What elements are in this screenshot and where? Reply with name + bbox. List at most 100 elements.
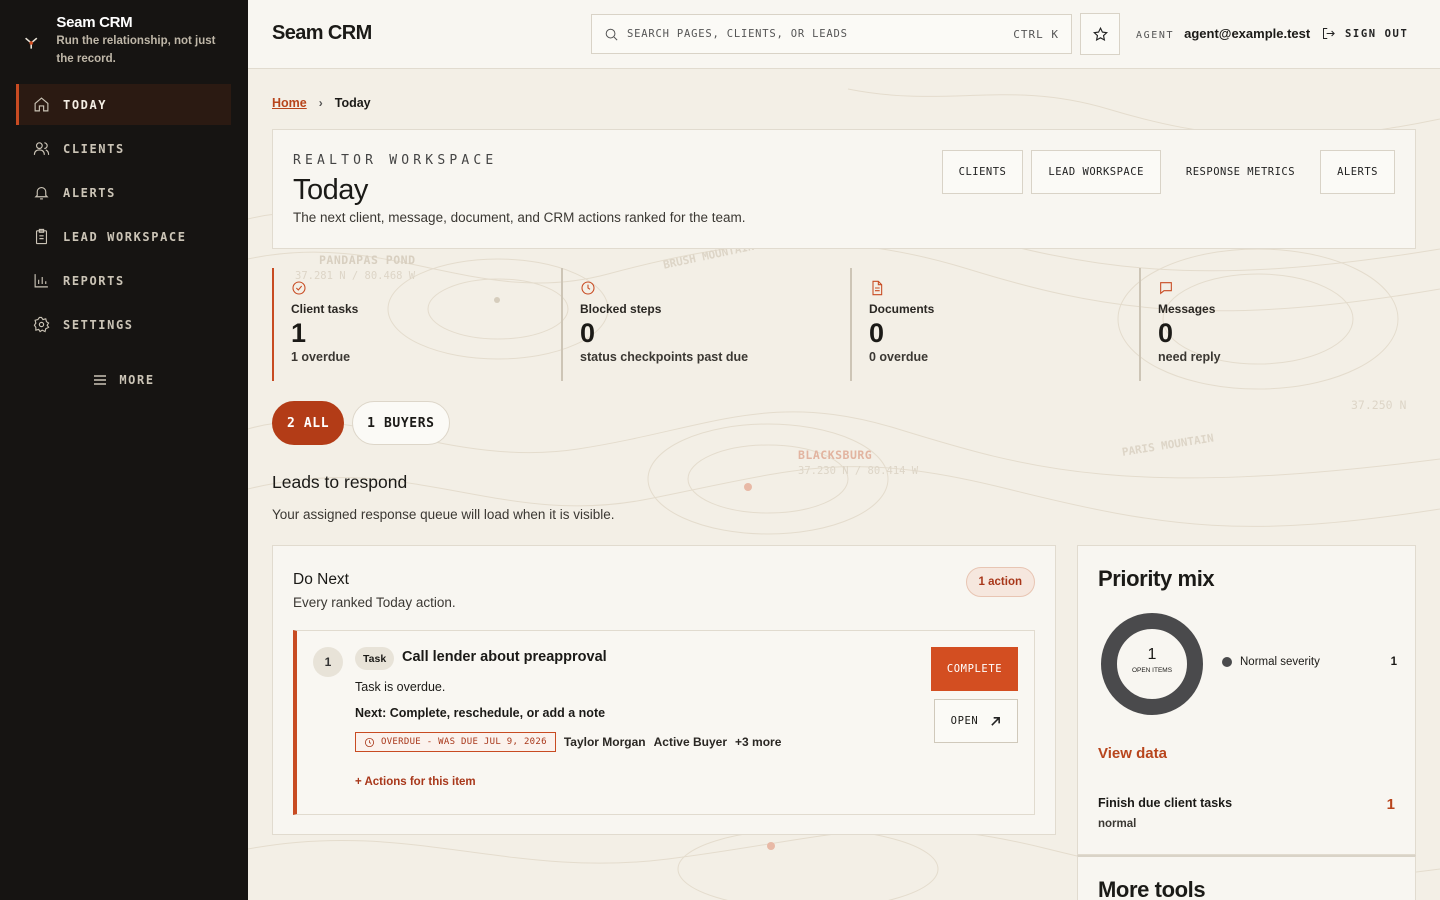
search-input[interactable]: [627, 28, 1014, 40]
client-stage: Active Buyer: [653, 735, 728, 749]
action-count-badge: 1 action: [965, 567, 1035, 597]
clipboard-icon: [35, 228, 48, 245]
check-circle-icon: [292, 281, 306, 295]
map-label-pandapas: PANDAPAS POND: [319, 253, 416, 267]
sidebar-item-clients[interactable]: CLIENTS: [16, 128, 231, 169]
stat-value: 0: [1158, 318, 1174, 348]
brand-name: Seam CRM: [56, 14, 133, 31]
stat-note: 0 overdue: [869, 350, 929, 364]
sidebar-item-label: TODAY: [63, 97, 108, 112]
breadcrumb-current: Today: [334, 96, 371, 110]
more-tools-title: More tools: [1098, 877, 1206, 900]
page-subtitle: The next client, message, document, and …: [293, 210, 746, 225]
app-title: Seam CRM: [272, 22, 372, 44]
menu-icon: [94, 375, 107, 385]
stat-client-tasks[interactable]: Client tasks 1 1 overdue: [272, 268, 561, 381]
search-icon: [605, 28, 618, 40]
page-title: Today: [293, 174, 368, 206]
client-name: Taylor Morgan: [563, 735, 646, 749]
more-button[interactable]: MORE: [0, 373, 248, 387]
action-type-tag: Task: [355, 647, 395, 670]
logo-icon: [25, 37, 38, 49]
breadcrumb-home-link[interactable]: Home: [272, 96, 307, 110]
users-icon: [33, 142, 50, 155]
priority-mix-panel: Priority mix 1 OPEN ITEMS Normal severit…: [1077, 545, 1416, 855]
sidebar-item-reports[interactable]: REPORTS: [16, 260, 231, 301]
action-title: Call lender about preapproval: [402, 649, 607, 665]
priority-item-title: Finish due client tasks: [1098, 796, 1233, 810]
action-rank: 1: [313, 647, 343, 677]
donut-total: 1: [1147, 646, 1157, 663]
action-item: 1 Task Call lender about preapproval Tas…: [293, 630, 1035, 815]
legend-label: Normal severity: [1240, 656, 1320, 668]
sidebar-item-label: SETTINGS: [63, 317, 134, 332]
quick-link-response-metrics[interactable]: RESPONSE METRICS: [1169, 150, 1312, 194]
action-description: Task is overdue.: [355, 680, 446, 694]
stat-blocked-steps[interactable]: Blocked steps 0 status checkpoints past …: [561, 268, 850, 381]
breadcrumb: Home › Today: [272, 96, 371, 110]
home-icon: [34, 97, 49, 112]
priority-donut-chart: [1101, 613, 1203, 715]
quick-link-alerts[interactable]: ALERTS: [1320, 150, 1395, 194]
legend-value: 1: [1390, 656, 1397, 668]
brand[interactable]: Seam CRM Run the relationship, not just …: [24, 14, 234, 68]
more-label: MORE: [119, 373, 155, 387]
search-shortcut: CTRL K: [1013, 27, 1059, 41]
stat-label: Messages: [1158, 302, 1216, 316]
sidebar-item-today[interactable]: TODAY: [16, 84, 231, 125]
stat-label: Blocked steps: [580, 302, 662, 316]
search-box[interactable]: CTRL K: [591, 14, 1072, 54]
do-next-card: Do Next Every ranked Today action. 1 act…: [272, 545, 1056, 835]
complete-button[interactable]: COMPLETE: [931, 647, 1018, 691]
filter-chip-buyers[interactable]: 1 BUYERS: [352, 401, 450, 445]
star-icon: [1092, 26, 1108, 41]
actions-for-item-link[interactable]: + Actions for this item: [355, 776, 476, 788]
stat-note: need reply: [1158, 350, 1221, 364]
priority-mix-title: Priority mix: [1098, 566, 1215, 591]
leads-title: Leads to respond: [272, 472, 408, 492]
stat-label: Client tasks: [291, 302, 359, 316]
overdue-badge: OVERDUE - WAS DUE JUL 9, 2026: [355, 732, 556, 752]
view-data-link[interactable]: View data: [1098, 745, 1167, 762]
sidebar: Seam CRM Run the relationship, not just …: [0, 0, 248, 900]
stat-value: 0: [869, 318, 885, 348]
sidebar-item-label: LEAD WORKSPACE: [63, 229, 187, 244]
main-content: PANDAPAS POND 37.281 N / 80.468 W BRUSH …: [248, 69, 1440, 900]
agent-info: AGENT agent@example.test: [1136, 26, 1310, 41]
page-eyebrow: REALTOR WORKSPACE: [293, 153, 498, 168]
sidebar-item-label: ALERTS: [63, 185, 116, 200]
external-link-icon: [991, 716, 1001, 726]
more-tags[interactable]: +3 more: [735, 735, 781, 749]
filter-chip-all[interactable]: 2 ALL: [272, 401, 345, 445]
stat-note: status checkpoints past due: [580, 350, 749, 364]
sidebar-item-label: CLIENTS: [63, 141, 125, 156]
sidebar-nav: TODAY CLIENTS ALERTS LEAD WORKSPACE REPO…: [16, 84, 231, 348]
stat-messages[interactable]: Messages 0 need reply: [1139, 268, 1428, 381]
sign-out-label: SIGN OUT: [1345, 27, 1409, 40]
chevron-right-icon: ›: [318, 96, 323, 110]
map-label-lat: 37.250 N: [1351, 398, 1407, 412]
favorite-button[interactable]: [1080, 13, 1120, 55]
open-label: OPEN: [950, 715, 979, 727]
sidebar-item-settings[interactable]: SETTINGS: [16, 304, 231, 345]
quick-link-clients[interactable]: CLIENTS: [941, 150, 1024, 194]
sign-out-button[interactable]: SIGN OUT: [1321, 26, 1408, 41]
sidebar-item-lead-workspace[interactable]: LEAD WORKSPACE: [16, 216, 231, 257]
do-next-title: Do Next: [293, 571, 349, 588]
message-icon: [1160, 282, 1172, 295]
donut-total-label: OPEN ITEMS: [1131, 667, 1173, 674]
open-button[interactable]: OPEN: [934, 699, 1018, 743]
action-meta: OVERDUE - WAS DUE JUL 9, 2026 Taylor Mor…: [355, 732, 789, 752]
stat-value: 0: [580, 318, 596, 348]
leads-subtitle: Your assigned response queue will load w…: [272, 507, 615, 522]
agent-email: agent@example.test: [1184, 26, 1311, 41]
gear-icon: [33, 316, 50, 333]
quick-link-lead-workspace[interactable]: LEAD WORKSPACE: [1031, 150, 1161, 194]
sidebar-item-alerts[interactable]: ALERTS: [16, 172, 231, 213]
stat-documents[interactable]: Documents 0 0 overdue: [850, 268, 1139, 381]
action-next-step: Next: Complete, reschedule, or add a not…: [355, 706, 606, 720]
stat-label: Documents: [869, 302, 935, 316]
quick-links: CLIENTS LEAD WORKSPACE RESPONSE METRICS …: [934, 150, 1395, 194]
sidebar-item-label: REPORTS: [63, 273, 125, 288]
do-next-subtitle: Every ranked Today action.: [293, 595, 456, 610]
